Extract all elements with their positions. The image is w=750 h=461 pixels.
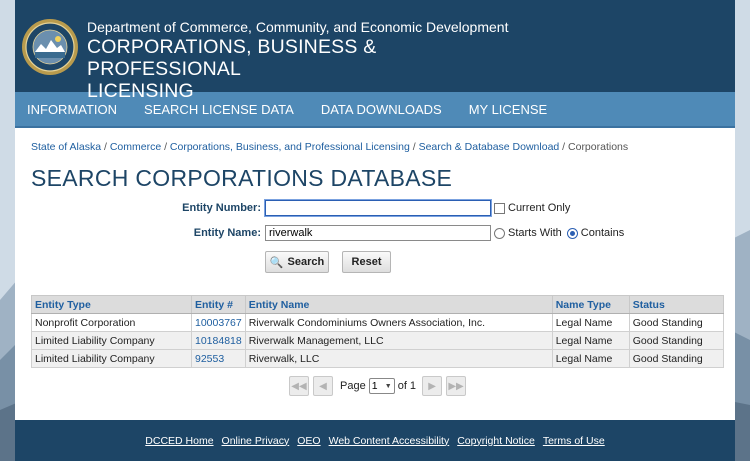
breadcrumb: State of Alaska / Commerce / Corporation…	[31, 141, 735, 153]
reset-button[interactable]: Reset	[342, 251, 391, 273]
breadcrumb-current: Corporations	[568, 141, 629, 153]
page-select[interactable]: 1 ▼	[368, 378, 395, 394]
starts-with-label: Starts With	[508, 227, 562, 239]
contains-radio[interactable]	[566, 227, 578, 239]
col-entity-name[interactable]: Entity Name	[244, 295, 553, 314]
cell-entity-number: 92553	[191, 349, 246, 368]
page-select-value: 1	[371, 380, 378, 392]
alaska-seal-icon	[22, 19, 78, 75]
cell-status: Good Standing	[628, 313, 725, 332]
breadcrumb-separator: /	[412, 141, 416, 153]
search-button[interactable]: 🔍 Search	[265, 251, 329, 273]
pager: ◀◀ ◀ Page 1 ▼ of 1 ▶ ▶▶	[289, 376, 470, 396]
cell-entity-type: Nonprofit Corporation	[31, 313, 192, 332]
entity-number-link[interactable]: 10003767	[195, 317, 242, 329]
page-label: Page	[340, 380, 366, 392]
entity-number-link[interactable]: 10184818	[195, 335, 242, 347]
col-entity-number[interactable]: Entity #	[191, 295, 246, 314]
footer-terms[interactable]: Terms of Use	[543, 435, 605, 447]
nav-search-license-data[interactable]: SEARCH LICENSE DATA	[144, 102, 294, 117]
entity-number-label: Entity Number:	[182, 202, 261, 214]
department-name: Department of Commerce, Community, and E…	[87, 19, 509, 35]
division-line-2: LICENSING	[87, 80, 194, 102]
cell-name-type: Legal Name	[551, 313, 630, 332]
contains-label: Contains	[580, 227, 625, 239]
table-header-row: Entity Type Entity # Entity Name Name Ty…	[31, 295, 725, 314]
breadcrumb-cbpl[interactable]: Corporations, Business, and Professional…	[170, 141, 410, 153]
cell-entity-type: Limited Liability Company	[31, 331, 192, 350]
division-name: CORPORATIONS, BUSINESS & PROFESSIONAL LI…	[87, 36, 527, 102]
cell-entity-type: Limited Liability Company	[31, 349, 192, 368]
cell-entity-number: 10184818	[191, 331, 246, 350]
chevron-down-icon: ▼	[384, 382, 392, 390]
nav-my-license[interactable]: MY LICENSE	[469, 102, 548, 117]
page-title: SEARCH CORPORATIONS DATABASE	[31, 165, 453, 191]
starts-with-radio[interactable]	[494, 227, 505, 239]
current-only-label: Current Only	[508, 202, 571, 214]
cell-status: Good Standing	[628, 331, 725, 350]
col-entity-type[interactable]: Entity Type	[31, 295, 192, 314]
entity-name-row: Entity Name: Starts With Contains	[175, 225, 626, 241]
table-row: Limited Liability Company 10184818 River…	[31, 331, 725, 350]
reset-button-label: Reset	[351, 256, 382, 268]
table-row: Limited Liability Company 92553 Riverwal…	[31, 349, 725, 368]
first-page-icon[interactable]: ◀◀	[289, 376, 309, 396]
cell-entity-name: Riverwalk Condominiums Owners Associatio…	[244, 313, 553, 332]
footer-accessibility[interactable]: Web Content Accessibility	[329, 435, 450, 447]
site-header: Department of Commerce, Community, and E…	[15, 0, 735, 102]
cell-status: Good Standing	[628, 349, 725, 368]
prev-page-icon[interactable]: ◀	[313, 376, 333, 396]
table-row: Nonprofit Corporation 10003767 Riverwalk…	[31, 313, 725, 332]
col-name-type[interactable]: Name Type	[551, 295, 630, 314]
site-footer: DCCED Home Online Privacy OEO Web Conten…	[15, 420, 735, 461]
footer-oeo[interactable]: OEO	[297, 435, 320, 447]
entity-number-input[interactable]	[265, 200, 491, 216]
page-of-label: of 1	[397, 380, 417, 392]
footer-dcced-home[interactable]: DCCED Home	[145, 435, 213, 447]
col-status[interactable]: Status	[628, 295, 725, 314]
division-line-1: CORPORATIONS, BUSINESS & PROFESSIONAL	[87, 36, 377, 80]
magnifier-icon: 🔍	[269, 256, 284, 269]
breadcrumb-search-download[interactable]: Search & Database Download	[419, 141, 560, 153]
entity-name-label: Entity Name:	[193, 227, 261, 239]
page-frame: Department of Commerce, Community, and E…	[15, 0, 735, 461]
breadcrumb-commerce[interactable]: Commerce	[110, 141, 161, 153]
nav-information[interactable]: INFORMATION	[27, 102, 117, 117]
search-button-label: Search	[287, 256, 325, 268]
cell-name-type: Legal Name	[551, 331, 630, 350]
current-only-checkbox[interactable]	[494, 202, 505, 214]
cell-name-type: Legal Name	[551, 349, 630, 368]
cell-entity-number: 10003767	[191, 313, 246, 332]
entity-number-row: Entity Number: Current Only	[175, 200, 572, 216]
footer-online-privacy[interactable]: Online Privacy	[222, 435, 290, 447]
cell-entity-name: Riverwalk, LLC	[244, 349, 553, 368]
breadcrumb-state-of-alaska[interactable]: State of Alaska	[31, 141, 101, 153]
nav-data-downloads[interactable]: DATA DOWNLOADS	[321, 102, 442, 117]
cell-entity-name: Riverwalk Management, LLC	[244, 331, 553, 350]
breadcrumb-separator: /	[164, 141, 167, 153]
breadcrumb-separator: /	[103, 141, 107, 153]
next-page-icon[interactable]: ▶	[422, 376, 443, 396]
breadcrumb-separator: /	[562, 141, 566, 153]
results-table: Entity Type Entity # Entity Name Name Ty…	[31, 295, 725, 368]
footer-copyright[interactable]: Copyright Notice	[457, 435, 535, 447]
entity-number-link[interactable]: 92553	[195, 353, 224, 365]
entity-name-input[interactable]	[265, 225, 491, 241]
last-page-icon[interactable]: ▶▶	[446, 376, 467, 396]
